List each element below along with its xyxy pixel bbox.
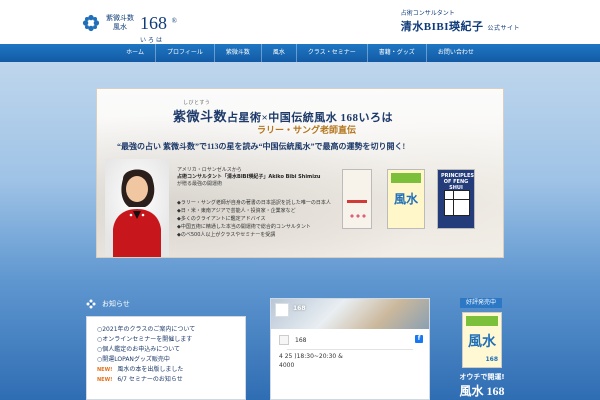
hero-intro-line3: が贈る最強の開運術 bbox=[177, 181, 223, 187]
site-logo[interactable]: 紫微斗数 風水 168 ® いろは bbox=[82, 8, 177, 44]
book-cover-band bbox=[391, 173, 421, 183]
facebook-embed[interactable]: 168 168 f 4 25 )18:30~20:30 & 4000 bbox=[270, 298, 430, 400]
hero-bullet: ◆多くのクライアントに鑑定アドバイス bbox=[177, 216, 266, 222]
facebook-page-avatar bbox=[275, 303, 289, 317]
promo-book-band bbox=[466, 316, 498, 326]
hero-title: しびとすう 紫微斗数占星術×中国伝統風水 168いろは bbox=[173, 99, 503, 125]
nav-contact[interactable]: お問い合わせ bbox=[427, 44, 485, 62]
news-new-badge: NEW! bbox=[97, 367, 113, 373]
nav-classes[interactable]: クラス・セミナー bbox=[297, 44, 368, 62]
facebook-post: 168 f 4 25 )18:30~20:30 & 4000 bbox=[271, 329, 429, 376]
news-item-text: ○オンラインセミナーを開催します bbox=[97, 336, 193, 343]
book-cover-3[interactable]: PRINCIPLES OF FENG SHUI bbox=[437, 169, 475, 229]
logo-small-bottom: 風水 bbox=[113, 23, 127, 31]
hero-tagline: “最強の占い 紫微斗数”で113の星を読み“中国伝統風水”で最高の運勢を切り開く… bbox=[117, 142, 406, 151]
book-cover-principles-title: PRINCIPLES OF FENG SHUI bbox=[441, 173, 474, 191]
header-consultant-line: 占術コンサルタント bbox=[400, 10, 455, 17]
news-title-text: お知らせ bbox=[102, 300, 130, 308]
promo-book-title: 風水 bbox=[468, 335, 496, 350]
hero-title-yomi: しびとすう bbox=[183, 101, 211, 106]
logo-number-text: 168 bbox=[140, 13, 167, 33]
header-official: 公式サイト bbox=[487, 26, 520, 32]
main-nav-list: ホーム プロフィール 紫微斗数 風水 クラス・セミナー 書籍・グッズ お問い合わ… bbox=[115, 44, 485, 62]
facebook-divider bbox=[287, 349, 413, 350]
news-item[interactable]: ○2021年のクラスのご案内について bbox=[97, 325, 235, 335]
nav-fengshui[interactable]: 風水 bbox=[262, 44, 297, 62]
hero-bullet: ◆ラリー・サング老師が自身の著書の日本語訳を託した唯一の日本人 bbox=[177, 200, 331, 206]
news-item-text: 風水の本を出版しました bbox=[117, 366, 184, 373]
news-item-text: ○2021年のクラスのご案内について bbox=[97, 326, 196, 333]
hero-bullet: ◆日・米・東南アジアで芸能人・投資家・企業家など bbox=[177, 208, 296, 214]
promo-book-number: 168 bbox=[485, 356, 498, 363]
facebook-post-avatar bbox=[279, 335, 289, 345]
logo-small-top: 紫微斗数 bbox=[106, 14, 134, 22]
news-title: お知らせ bbox=[86, 298, 246, 310]
promo-big-title: 風水 168 bbox=[459, 384, 505, 398]
logo-subtitle: 紫微斗数 風水 bbox=[106, 14, 134, 32]
flower-logo-icon bbox=[82, 14, 100, 32]
news-new-badge: NEW! bbox=[97, 377, 113, 383]
hero-bullet: ◆のべ500人以上がクラスやセミナーを受講 bbox=[177, 232, 276, 238]
news-item[interactable]: ○開運LOPANグッズ販売中 bbox=[97, 355, 235, 365]
promo-caption: オウチで開運! bbox=[459, 373, 505, 381]
nav-profile[interactable]: プロフィール bbox=[156, 44, 215, 62]
facebook-post-header: 168 bbox=[279, 335, 421, 345]
hero-intro: アメリカ・ロサンゼルスから 占術コンサルタント「清水BIBI瑛紀子」Akiko … bbox=[177, 167, 337, 188]
header-owner: 占術コンサルタント 清水BIBI瑛紀子 公式サイト bbox=[401, 10, 520, 34]
hero-banner[interactable]: しびとすう 紫微斗数占星術×中国伝統風水 168いろは ラリー・サング老師直伝 … bbox=[96, 88, 504, 258]
hero-intro-line1: アメリカ・ロサンゼルスから bbox=[177, 167, 242, 173]
news-list: ○2021年のクラスのご案内について ○オンラインセミナーを開催します ○個人鑑… bbox=[86, 316, 246, 400]
hero-intro-line2: 占術コンサルタント「清水BIBI瑛紀子」Akiko Bibi Shimizu bbox=[177, 174, 321, 180]
news-item-text: ○開運LOPANグッズ販売中 bbox=[97, 356, 170, 363]
facebook-icon[interactable]: f bbox=[415, 335, 423, 343]
facebook-post-line1: 4 25 )18:30~20:30 & bbox=[279, 353, 343, 360]
facebook-post-line2: 4000 bbox=[279, 362, 295, 369]
main-nav: ホーム プロフィール 紫微斗数 風水 クラス・セミナー 書籍・グッズ お問い合わ… bbox=[0, 44, 600, 62]
nav-ziwei[interactable]: 紫微斗数 bbox=[215, 44, 262, 62]
news-item-text: ○個人鑑定のお申込みについて bbox=[97, 346, 181, 353]
portrait-image bbox=[105, 159, 169, 257]
site-header: 紫微斗数 風水 168 ® いろは 占術コンサルタント 清水BIBI瑛紀子 公式サ… bbox=[0, 0, 600, 44]
facebook-post-name[interactable]: 168 bbox=[295, 336, 306, 345]
facebook-cover: 168 bbox=[271, 299, 429, 329]
book-cover-2[interactable]: 風水 bbox=[387, 169, 425, 229]
hero-bullet: ◆中国五術に精通した本当の開運術で総合的コンサルタント bbox=[177, 224, 311, 230]
logo-number: 168 ® いろは bbox=[140, 13, 177, 44]
book-cover-grid bbox=[444, 190, 470, 216]
hero-subtitle: ラリー・サング老師直伝 bbox=[257, 125, 357, 135]
promo-title: 好評発売中 bbox=[460, 298, 502, 308]
book-cover-dots bbox=[349, 212, 367, 220]
promo-book-cover[interactable]: 風水 168 bbox=[462, 312, 502, 368]
facebook-page-name[interactable]: 168 bbox=[293, 305, 306, 312]
hero-bullet-list: ◆ラリー・サング老師が自身の著書の日本語訳を託した唯一の日本人 ◆日・米・東南ア… bbox=[177, 199, 347, 239]
book-cover-1[interactable] bbox=[342, 169, 372, 229]
hero-title-kanji: 紫微斗数 bbox=[173, 109, 228, 124]
news-item[interactable]: ○オンラインセミナーを開催します bbox=[97, 335, 235, 345]
book-cover-stripe bbox=[347, 200, 367, 203]
news-item[interactable]: ○個人鑑定のお申込みについて bbox=[97, 345, 235, 355]
book-cover-fengshui-title: 風水 bbox=[394, 192, 419, 206]
header-name-text: 清水BIBI瑛紀子 bbox=[400, 21, 484, 33]
nav-books-goods[interactable]: 書籍・グッズ bbox=[368, 44, 427, 62]
news-item[interactable]: NEW! 風水の本を出版しました bbox=[97, 365, 235, 375]
news-item-text: 6/7 セミナーのお知らせ bbox=[117, 376, 183, 383]
logo-registered-mark: ® bbox=[171, 17, 177, 25]
news-item[interactable]: NEW! 6/7 セミナーのお知らせ bbox=[97, 375, 235, 385]
header-name: 清水BIBI瑛紀子 公式サイト bbox=[401, 18, 520, 34]
nav-home[interactable]: ホーム bbox=[115, 44, 156, 62]
flower-bullet-icon bbox=[86, 299, 96, 309]
